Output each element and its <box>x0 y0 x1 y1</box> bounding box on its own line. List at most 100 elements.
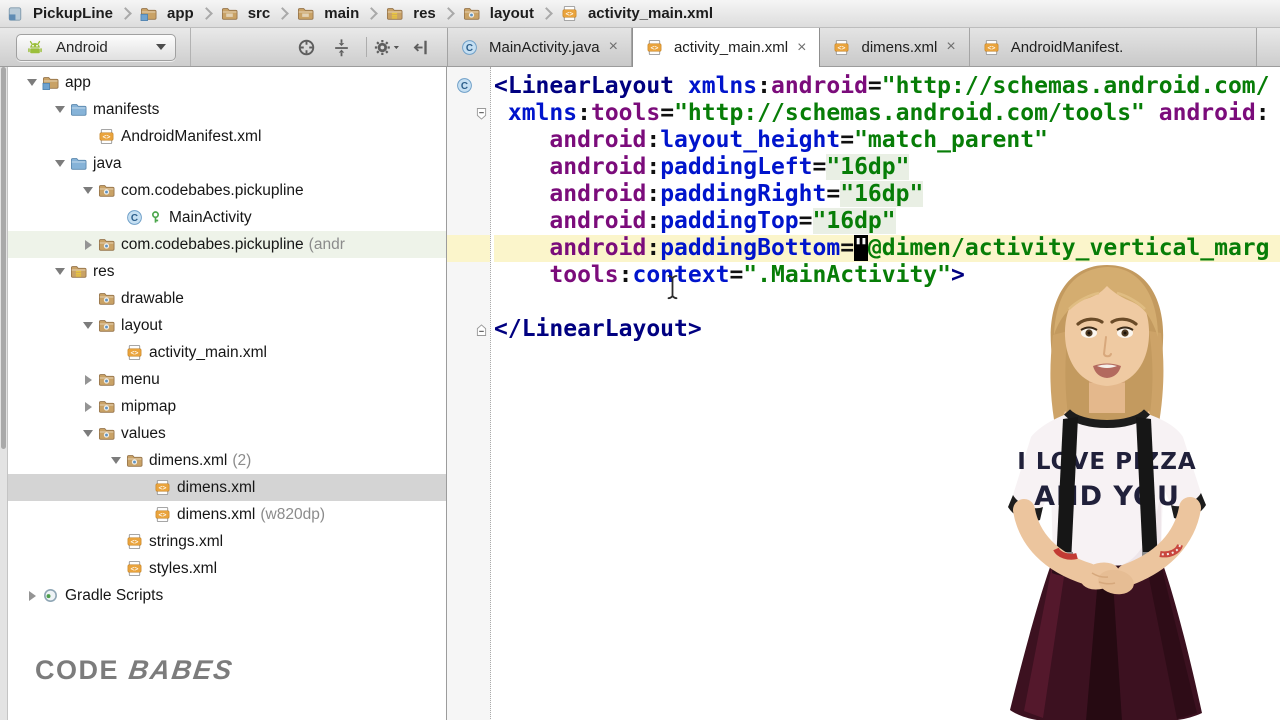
code-token: "16dp" <box>840 181 924 207</box>
disclosure-right-icon[interactable] <box>22 590 42 601</box>
android-icon <box>26 38 44 56</box>
disclosure-down-icon[interactable] <box>22 79 42 86</box>
close-icon[interactable]: × <box>946 39 955 55</box>
code-token: : <box>757 73 771 99</box>
tab-label: AndroidManifest. <box>1010 38 1124 56</box>
svg-text:<>: <> <box>159 484 167 492</box>
breadcrumb-item-layout[interactable]: layout <box>460 5 537 22</box>
code-token: : <box>1255 100 1270 126</box>
tree-item-label: layout <box>121 316 163 334</box>
gutter-cell: C <box>447 73 490 100</box>
code-token: tools <box>549 262 619 288</box>
breadcrumb-item-src[interactable]: src <box>218 5 274 22</box>
tree-item-dimens-xml-2[interactable]: dimens.xml (2) <box>8 447 446 474</box>
hide-panel-icon <box>412 38 431 57</box>
disclosure-down-icon[interactable] <box>50 106 70 113</box>
tree-item-dimens-xml-w820dp[interactable]: <> dimens.xml (w820dp) <box>8 501 446 528</box>
svg-text:C: C <box>466 43 473 54</box>
tree-item-label: com.codebabes.pickupline <box>121 235 304 253</box>
locate-button[interactable] <box>296 34 322 60</box>
breadcrumb-item-res[interactable]: res <box>383 5 439 22</box>
tab-mainactivity-java[interactable]: C MainActivity.java × <box>448 28 632 66</box>
svg-text:C: C <box>461 81 468 92</box>
tab-activity-main-xml[interactable]: <> activity_main.xml × <box>631 28 821 67</box>
breadcrumb-item-activity-main-xml[interactable]: <> activity_main.xml <box>558 5 716 22</box>
xml-file-icon: <> <box>833 39 850 56</box>
tab-androidmanifest[interactable]: <> AndroidManifest. <box>969 28 1257 66</box>
tree-item-values[interactable]: values <box>8 420 446 447</box>
tree-item-label: drawable <box>121 289 184 307</box>
code-token: @dimen/activity_vertical_marg <box>867 235 1270 261</box>
gutter-cell <box>447 181 490 208</box>
tab-dimens-xml[interactable]: <> dimens.xml × <box>820 28 970 66</box>
tree-item-java[interactable]: java <box>8 150 446 177</box>
tree-item-suffix: (w820dp) <box>260 505 326 523</box>
tree-item-label: dimens.xml <box>149 451 228 469</box>
settings-gear-button[interactable] <box>374 34 402 60</box>
tree-item-app[interactable]: app <box>8 69 446 96</box>
package-folder-icon <box>98 398 115 415</box>
tree-item-drawable[interactable]: drawable <box>8 285 446 312</box>
chevron-right-icon <box>365 7 379 20</box>
xml-file-icon: <> <box>154 479 171 496</box>
tree-item-manifests[interactable]: manifests <box>8 96 446 123</box>
chevron-right-icon <box>441 7 455 20</box>
xml-file-icon: <> <box>98 128 115 145</box>
gutter-cell <box>447 316 490 343</box>
tree-item-activity-main-xml[interactable]: <> activity_main.xml <box>8 339 446 366</box>
code-token: paddingBottom <box>660 235 841 261</box>
class-icon: C <box>126 209 143 226</box>
svg-text:<>: <> <box>987 43 995 51</box>
disclosure-right-icon[interactable] <box>78 374 98 385</box>
disclosure-right-icon[interactable] <box>78 401 98 412</box>
tree-item-mainactivity[interactable]: C MainActivity <box>8 204 446 231</box>
code-editor[interactable]: C <LinearLayout xmlns:android="http://sc… <box>447 67 1280 720</box>
xml-file-icon: <> <box>126 560 143 577</box>
code-token: = <box>840 127 855 153</box>
disclosure-down-icon[interactable] <box>78 322 98 329</box>
tree-item-menu[interactable]: menu <box>8 366 446 393</box>
toolbar-divider <box>190 28 191 66</box>
gutter-cell <box>447 289 490 316</box>
hide-panel-button[interactable] <box>411 34 437 60</box>
project-view-selector[interactable]: Android <box>16 33 176 61</box>
tree-item-dimens-xml[interactable]: <> dimens.xml <box>8 474 446 501</box>
tree-item-gradle-scripts[interactable]: Gradle Scripts <box>8 582 446 609</box>
tree-item-styles-xml[interactable]: <> styles.xml <box>8 555 446 582</box>
package-folder-icon <box>98 371 115 388</box>
tree-item-strings-xml[interactable]: <> strings.xml <box>8 528 446 555</box>
tree-item-layout[interactable]: layout <box>8 312 446 339</box>
chevron-right-icon <box>276 7 290 20</box>
chevron-right-icon <box>199 7 213 20</box>
code-token: : <box>646 235 661 261</box>
collapse-all-button[interactable] <box>331 34 357 60</box>
disclosure-down-icon[interactable] <box>50 160 70 167</box>
tree-item-androidmanifest-xml[interactable]: <> AndroidManifest.xml <box>8 123 446 150</box>
tree-item-mipmap[interactable]: mipmap <box>8 393 446 420</box>
breadcrumb-item-app[interactable]: app <box>137 5 197 22</box>
code-token: xmlns <box>507 100 578 126</box>
breadcrumb-item-main[interactable]: main <box>294 5 362 22</box>
disclosure-right-icon[interactable] <box>78 239 98 250</box>
tree-item-com-codebabes-pickupline-andr[interactable]: com.codebabes.pickupline (andr <box>8 231 446 258</box>
gradle-icon <box>42 587 59 604</box>
code-token: = <box>729 262 744 288</box>
panel-scrollbar-thumb[interactable] <box>1 67 6 449</box>
panel-scrollbar[interactable] <box>0 67 8 720</box>
disclosure-down-icon[interactable] <box>50 268 70 275</box>
tree-item-label: Gradle Scripts <box>65 586 164 604</box>
gutter-cell <box>447 127 490 154</box>
disclosure-down-icon[interactable] <box>106 457 126 464</box>
disclosure-down-icon[interactable] <box>78 187 98 194</box>
close-icon[interactable]: × <box>797 39 806 56</box>
disclosure-down-icon[interactable] <box>78 430 98 437</box>
tree-item-label: dimens.xml <box>177 478 256 496</box>
svg-text:<>: <> <box>159 511 167 519</box>
tree-item-res[interactable]: res <box>8 258 446 285</box>
close-icon[interactable]: × <box>609 39 618 55</box>
breadcrumb-item-pickupline[interactable]: PickupLine <box>4 5 116 22</box>
tree-item-com-codebabes-pickupline[interactable]: com.codebabes.pickupline <box>8 177 446 204</box>
